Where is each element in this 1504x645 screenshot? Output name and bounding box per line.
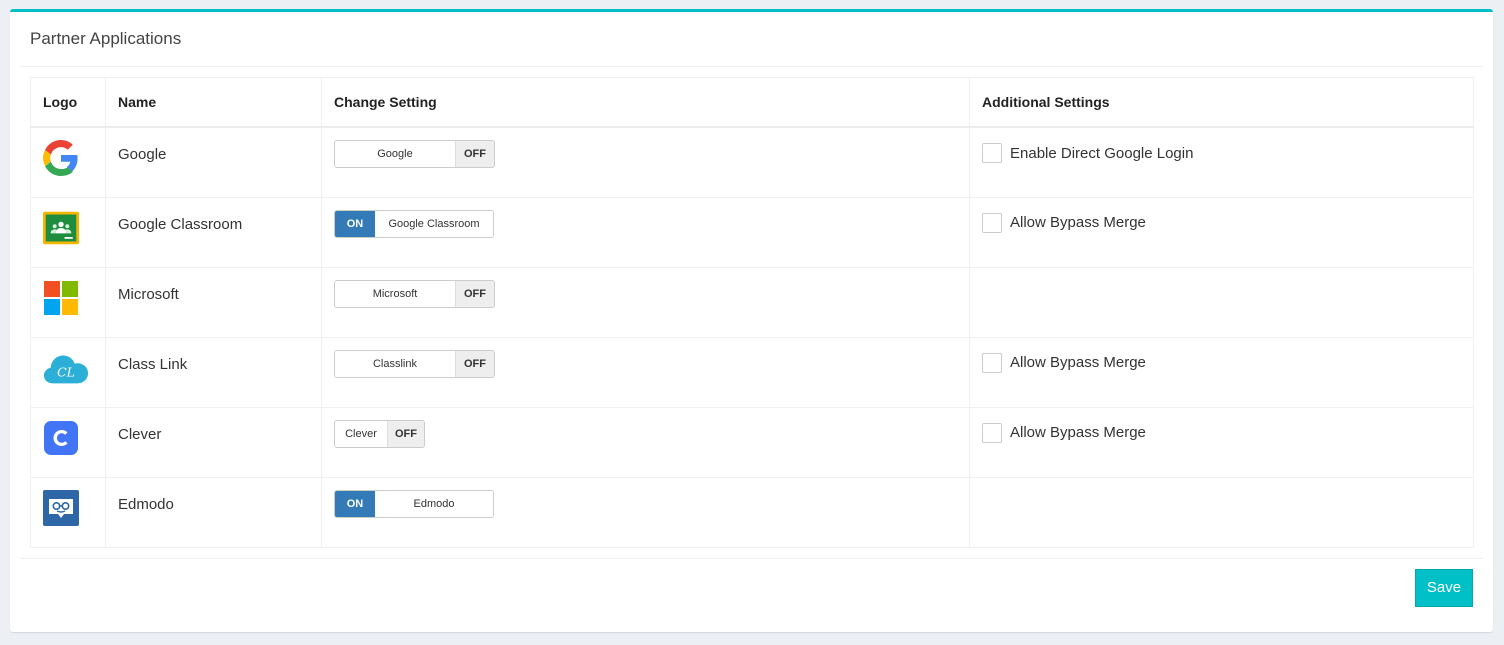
checkbox-label: Enable Direct Google Login: [1010, 144, 1194, 162]
app-name: Clever: [118, 425, 162, 443]
save-button[interactable]: Save: [1415, 568, 1473, 607]
toggle-cell: ON Edmodo: [321, 476, 970, 548]
table-row: CL Class Link Classlink OFF Allow Bypass…: [30, 336, 1474, 408]
toggle-cell: ON Google Classroom: [321, 196, 970, 268]
toggle-state: OFF: [387, 420, 424, 447]
app-name: Microsoft: [118, 285, 179, 303]
toggle-label: Edmodo: [375, 490, 493, 517]
additional-cell: [969, 476, 1474, 548]
toggle-state: OFF: [455, 350, 494, 377]
enable-direct-google-login-checkbox[interactable]: [982, 143, 1002, 163]
toggle-state: OFF: [455, 141, 494, 167]
header-additional-settings: Additional Settings: [969, 77, 1474, 128]
allow-bypass-merge-checkbox[interactable]: [982, 422, 1002, 443]
table-row: Edmodo ON Edmodo: [30, 476, 1474, 548]
classlink-toggle[interactable]: Classlink OFF: [334, 349, 495, 378]
toggle-label: Microsoft: [335, 280, 455, 307]
toggle-state: ON: [335, 210, 375, 237]
logo-cell: [30, 406, 106, 478]
allow-bypass-merge-checkbox[interactable]: [982, 352, 1002, 373]
edmodo-logo-icon: [43, 489, 79, 526]
table-header-row: Logo Name Change Setting Additional Sett…: [30, 77, 1474, 128]
table-row: Google Classroom ON Google Classroom All…: [30, 196, 1474, 268]
allow-bypass-merge-checkbox[interactable]: [982, 212, 1002, 233]
partner-table: Logo Name Change Setting Additional Sett…: [30, 77, 1474, 548]
additional-cell: Allow Bypass Merge: [969, 336, 1474, 408]
logo-cell: [30, 126, 106, 198]
logo-cell: [30, 266, 106, 338]
google-logo-icon: [43, 140, 78, 176]
logo-cell: [30, 476, 106, 548]
name-cell: Clever: [105, 406, 322, 478]
clever-toggle[interactable]: Clever OFF: [334, 419, 425, 448]
additional-cell: Allow Bypass Merge: [969, 196, 1474, 268]
additional-cell: Allow Bypass Merge: [969, 406, 1474, 478]
name-cell: Edmodo: [105, 476, 322, 548]
classlink-logo-icon: CL: [43, 355, 89, 383]
partner-applications-panel: Partner Applications Logo Name Change Se…: [10, 9, 1493, 632]
checkbox-label: Allow Bypass Merge: [1010, 214, 1146, 231]
toggle-cell: Classlink OFF: [321, 336, 970, 408]
toggle-label: Google: [335, 141, 455, 167]
checkbox-label: Allow Bypass Merge: [1010, 424, 1146, 441]
app-name: Google: [118, 146, 167, 163]
header-change-setting: Change Setting: [321, 77, 970, 128]
google-classroom-logo-icon: [43, 211, 79, 244]
name-cell: Microsoft: [105, 266, 322, 338]
name-cell: Google Classroom: [105, 196, 322, 268]
toggle-cell: Microsoft OFF: [321, 266, 970, 338]
microsoft-toggle[interactable]: Microsoft OFF: [334, 279, 495, 308]
table-row: Microsoft Microsoft OFF: [30, 266, 1474, 338]
toggle-state: ON: [335, 490, 375, 517]
panel-title: Partner Applications: [30, 29, 182, 48]
toggle-state: OFF: [455, 280, 494, 307]
edmodo-toggle[interactable]: ON Edmodo: [334, 489, 494, 518]
clever-logo-icon: [44, 420, 78, 455]
additional-cell: Enable Direct Google Login: [969, 126, 1474, 198]
table-row: Clever Clever OFF Allow Bypass Merge: [30, 406, 1474, 478]
microsoft-logo-icon: [44, 280, 78, 315]
logo-cell: CL: [30, 336, 106, 408]
toggle-cell: Google OFF: [321, 126, 970, 198]
toggle-cell: Clever OFF: [321, 406, 970, 478]
header-logo: Logo: [30, 77, 106, 128]
logo-cell: [30, 196, 106, 268]
svg-text:CL: CL: [57, 364, 75, 379]
name-cell: Google: [105, 126, 322, 198]
allow-bypass-merge[interactable]: Allow Bypass Merge: [982, 210, 1461, 233]
app-name: Edmodo: [118, 495, 174, 513]
google-toggle[interactable]: Google OFF: [334, 140, 495, 168]
google-classroom-toggle[interactable]: ON Google Classroom: [334, 209, 494, 238]
toggle-label: Clever: [335, 420, 387, 447]
additional-cell: [969, 266, 1474, 338]
panel-body: Logo Name Change Setting Additional Sett…: [10, 67, 1493, 548]
toggle-label: Classlink: [335, 350, 455, 377]
app-name: Class Link: [118, 355, 188, 373]
panel-header: Partner Applications: [20, 12, 1483, 67]
name-cell: Class Link: [105, 336, 322, 408]
app-name: Google Classroom: [118, 215, 243, 233]
enable-direct-google-login[interactable]: Enable Direct Google Login: [982, 140, 1461, 163]
allow-bypass-merge[interactable]: Allow Bypass Merge: [982, 420, 1461, 443]
table-row: Google Google OFF Enable Direct Google L…: [30, 126, 1474, 198]
checkbox-label: Allow Bypass Merge: [1010, 354, 1146, 371]
toggle-label: Google Classroom: [375, 210, 493, 237]
allow-bypass-merge[interactable]: Allow Bypass Merge: [982, 350, 1461, 373]
header-name: Name: [105, 77, 322, 128]
panel-footer: Save: [20, 557, 1483, 617]
